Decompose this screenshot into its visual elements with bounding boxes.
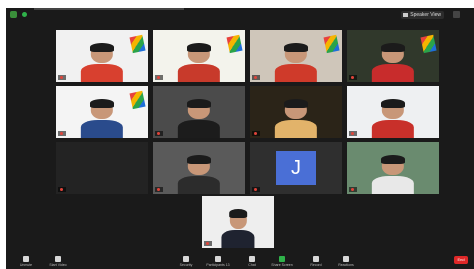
participant-tile[interactable] [153,86,245,138]
participant-name [155,187,163,192]
mic-off-icon [157,131,160,135]
record-icon [313,256,319,262]
mic-off-icon [60,75,63,79]
mic-off-icon [60,131,63,135]
mic-off-icon [23,256,29,262]
participant-silhouette [371,155,415,194]
participant-silhouette [274,43,318,82]
connection-status-icon[interactable] [22,12,27,17]
mic-off-icon [206,241,209,245]
participant-tile[interactable] [56,30,148,82]
meeting-toolbar: Unmute Start Video Security Participants… [6,250,474,269]
mic-off-icon [157,187,160,191]
shield-icon[interactable] [10,11,17,18]
chat-button[interactable]: Chat [238,256,266,267]
participant-name [252,131,260,136]
record-button[interactable]: Record [302,256,330,267]
mic-off-icon [60,187,63,191]
reactions-icon [343,256,349,262]
participant-tile[interactable] [250,86,342,138]
security-button[interactable]: Security [172,256,200,267]
mic-off-icon [351,75,354,79]
share-screen-button[interactable]: Share Screen [268,256,296,267]
participant-name [155,75,163,80]
mic-off-icon [254,187,257,191]
participant-silhouette [371,99,415,138]
participant-name [349,75,357,80]
participants-label: Participants [206,263,225,267]
participant-tile[interactable] [347,30,439,82]
participants-icon [215,256,221,262]
participant-name [349,131,357,136]
participant-name [58,75,66,80]
participant-name [349,187,357,192]
mic-off-icon [351,131,354,135]
participant-silhouette [177,99,221,138]
end-meeting-button[interactable]: End [454,256,468,264]
participant-name [155,131,163,136]
participant-tile[interactable] [153,30,245,82]
participant-tile[interactable] [250,30,342,82]
participant-name [58,187,66,192]
participant-name [252,187,260,192]
unmute-button[interactable]: Unmute [12,256,40,267]
mic-off-icon [254,131,257,135]
speaker-view-icon [403,13,409,17]
participant-silhouette [371,43,415,82]
mic-off-icon [351,187,354,191]
security-icon [183,256,189,262]
participant-tile[interactable] [56,142,148,194]
participant-silhouette [274,99,318,138]
participant-tile[interactable]: J [250,142,342,194]
video-off-icon [55,256,61,262]
mic-off-icon [254,75,257,79]
participant-tile[interactable] [347,142,439,194]
participants-count: 13 [225,263,230,267]
participant-silhouette [177,43,221,82]
participant-silhouette [80,43,124,82]
window-title-strip [34,8,184,10]
mic-off-icon [157,75,160,79]
participant-silhouette [221,209,255,248]
start-video-button[interactable]: Start Video [44,256,72,267]
fullscreen-icon[interactable] [453,11,460,18]
participants-button[interactable]: Participants 13 [204,256,232,267]
share-screen-icon [279,256,285,262]
avatar: J [276,151,316,185]
participant-tile[interactable] [347,86,439,138]
participant-silhouette [177,155,221,194]
participant-name [204,241,212,246]
reactions-button[interactable]: Reactions [332,256,360,267]
chat-icon [249,256,255,262]
top-bar: Speaker View [6,8,474,22]
speaker-view-button[interactable]: Speaker View [401,11,444,19]
zoom-meeting-window: Speaker View J Unmute Start Video Securi… [6,8,474,269]
participant-name [58,131,66,136]
participant-name [252,75,260,80]
speaker-view-label: Speaker View [410,12,441,18]
participant-tile[interactable] [56,86,148,138]
participant-tile[interactable] [153,142,245,194]
participant-silhouette [80,99,124,138]
participant-tile[interactable] [202,196,274,248]
